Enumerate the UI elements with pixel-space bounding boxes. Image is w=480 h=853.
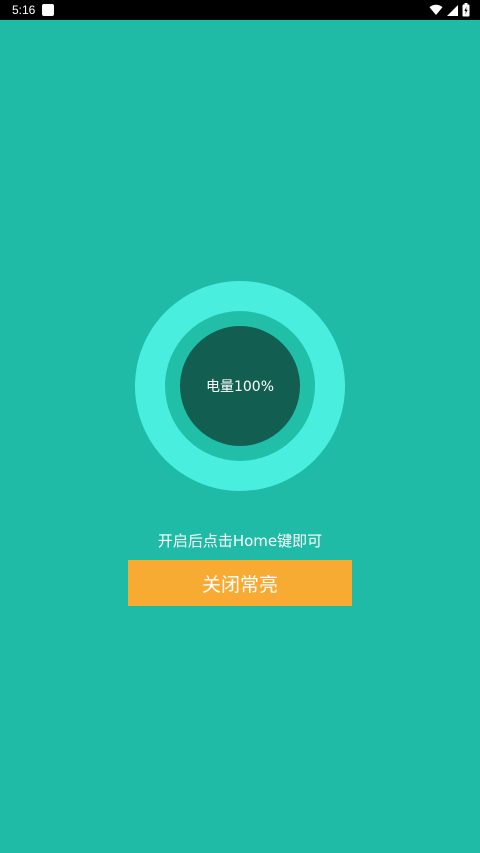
- cellular-icon: [447, 4, 458, 16]
- status-icons: [429, 2, 470, 18]
- battery-gauge-core: 电量100%: [180, 326, 300, 446]
- app-screen: 5:16 电量100% 开启后点击Home键即可 关闭常亮: [0, 0, 480, 853]
- wifi-icon: [429, 4, 443, 16]
- battery-icon: [462, 3, 470, 17]
- status-time: 5:16: [12, 3, 36, 17]
- hint-text: 开启后点击Home键即可: [157, 532, 323, 550]
- notification-icon: [42, 4, 54, 16]
- close-keep-awake-button[interactable]: 关闭常亮: [128, 560, 352, 606]
- status-bar: 5:16: [0, 0, 480, 20]
- battery-level-label: 电量100%: [205, 379, 275, 395]
